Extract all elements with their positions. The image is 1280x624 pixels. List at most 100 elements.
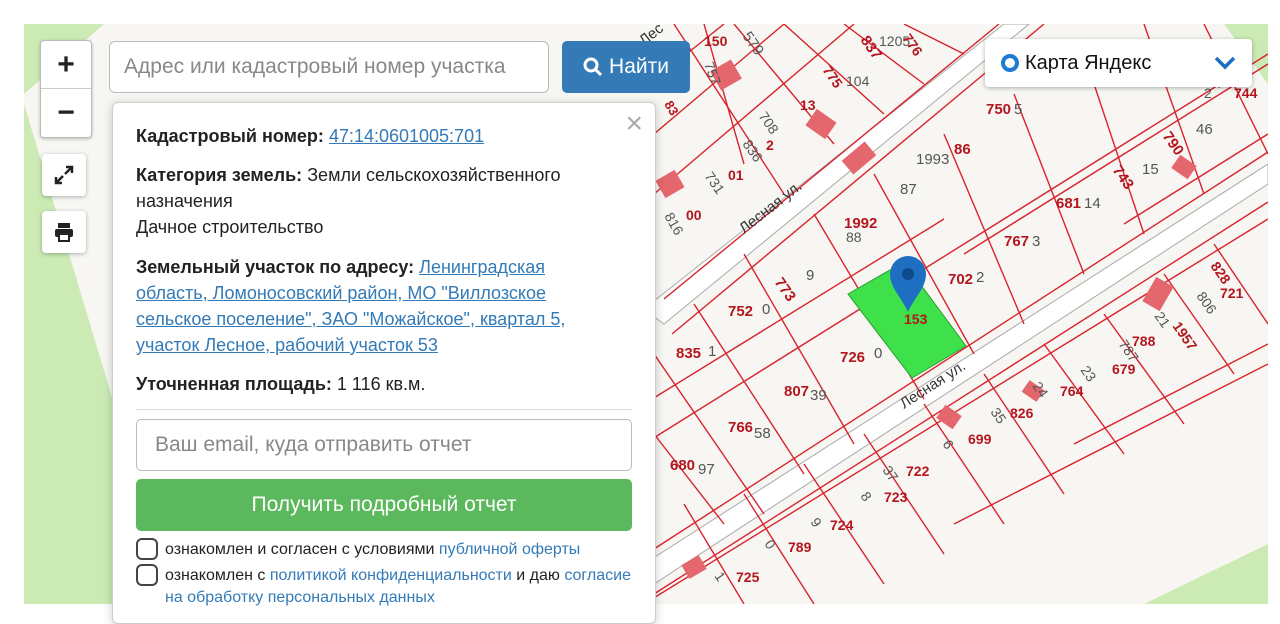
address-row: Земельный участок по адресу: Ленинградск… — [136, 254, 616, 358]
green-area — [1144, 544, 1268, 604]
close-icon[interactable]: × — [625, 109, 643, 139]
offer-link[interactable]: публичной оферты — [439, 541, 580, 558]
parcel-number-label: 13 — [800, 97, 816, 113]
parcel-number-label: 1 — [712, 569, 730, 585]
parcel-number-label: 722 — [906, 463, 930, 479]
parcel-number-label: 0 — [762, 537, 780, 553]
fullscreen-icon — [54, 165, 74, 185]
parcel-number-label: 9 — [808, 515, 826, 531]
parcel-number-label: 723 — [884, 489, 908, 505]
parcel-number-label: 37 — [880, 463, 902, 485]
parcel-number-label: 744 — [1234, 85, 1258, 101]
layer-label: Карта Яндекс — [1025, 51, 1152, 74]
search-icon — [583, 57, 603, 77]
agree-offer-text: ознакомлен и согласен с условиями — [165, 541, 435, 558]
parcel-number-label: 773 — [771, 275, 799, 305]
parcel-number-label: 9 — [806, 267, 814, 284]
parcel-number-label: 721 — [1220, 285, 1244, 301]
parcel-number-label: 775 — [820, 63, 847, 91]
parcel-number-label: 0 — [874, 345, 882, 362]
parcel-number-label: 826 — [1010, 405, 1034, 421]
parcel-number-label: 58 — [754, 425, 771, 442]
chevron-down-icon — [1214, 56, 1236, 70]
parcel-number-label: 708 — [756, 109, 783, 137]
parcel-number-label: 731 — [702, 169, 729, 197]
parcel-number-label: 39 — [810, 387, 827, 404]
parcel-number-label: 1957 — [1170, 319, 1201, 354]
fullscreen-button[interactable] — [42, 154, 86, 196]
parcel-number-label: 764 — [1060, 383, 1084, 399]
cadastral-link[interactable]: 47:14:0601005:701 — [329, 126, 484, 146]
agree-privacy-row: ознакомлен с политикой конфиденциальност… — [136, 564, 636, 609]
offer-checkbox[interactable] — [136, 538, 158, 560]
parcel-number-label: 2 — [1204, 85, 1212, 101]
layer-select[interactable]: Карта Яндекс — [985, 39, 1252, 87]
category-row: Категория земель: Земли сельскохозяйстве… — [136, 162, 616, 214]
parcel-number-label: 681 — [1056, 195, 1081, 212]
parcel-number-label: 835 — [676, 345, 701, 362]
parcel-number-label: 789 — [788, 539, 812, 555]
zoom-in-button[interactable]: + — [41, 41, 91, 88]
area-value: 1 116 кв.м. — [336, 374, 426, 394]
parcel-number-label: 2 — [976, 269, 984, 286]
search-input[interactable] — [109, 41, 549, 93]
parcel-number-label: 724 — [830, 517, 854, 533]
parcel-number-label: 87 — [900, 181, 917, 198]
parcel-number-label: 806 — [1194, 289, 1221, 317]
privacy-checkbox[interactable] — [136, 564, 158, 586]
parcel-number-label: 46 — [1196, 121, 1213, 138]
parcel-number-label: 699 — [968, 431, 992, 447]
parcel-number-label: 579 — [739, 29, 767, 59]
parcel-number-label: 97 — [698, 461, 715, 478]
email-field[interactable] — [136, 419, 632, 471]
parcel-number-label: 14 — [1084, 195, 1101, 212]
parcel-number-label: 766 — [728, 419, 753, 436]
print-button[interactable] — [42, 211, 86, 253]
privacy-link[interactable]: политикой конфиденциальности — [270, 567, 512, 584]
parcel-number-label: 807 — [784, 383, 809, 400]
parcel-number-label: 1993 — [916, 151, 949, 168]
printer-icon — [55, 223, 73, 242]
area-label: Уточненная площадь: — [136, 374, 332, 394]
cadastral-row: Кадастровый номер: 47:14:0601005:701 — [136, 123, 616, 149]
get-report-button[interactable]: Получить подробный отчет — [136, 479, 632, 531]
parcel-number-label: 150 — [704, 33, 728, 49]
agree-privacy-text2: и даю — [516, 567, 560, 584]
parcel-number-label: 00 — [686, 207, 702, 223]
parcel-number-label: 679 — [1112, 361, 1136, 377]
parcel-number-label: 1 — [708, 343, 716, 360]
area-row: Уточненная площадь: 1 116 кв.м. — [136, 371, 616, 397]
radio-selected-icon — [1001, 54, 1019, 72]
category-label: Категория земель: — [136, 165, 303, 185]
parcel-number-label: 0 — [762, 301, 770, 318]
parcel-number-label: 2 — [766, 137, 774, 153]
parcel-number-label: 788 — [1132, 333, 1156, 349]
parcel-number-label: 816 — [661, 210, 687, 238]
find-button[interactable]: Найти — [562, 41, 690, 93]
parcel-number-label: 702 — [948, 271, 973, 288]
agree-privacy-text: ознакомлен с — [165, 567, 266, 584]
address-label: Земельный участок по адресу: — [136, 257, 415, 277]
parcel-number-label: 23 — [1078, 363, 1100, 385]
parcel-number-label: 767 — [1004, 233, 1029, 250]
parcel-number-label: 750 — [986, 101, 1011, 118]
parcel-number-label: 828 — [1208, 259, 1235, 287]
parcel-number-label: 752 — [728, 303, 753, 320]
parcel-number-label: 725 — [736, 569, 760, 585]
parcel-popup: × Кадастровый номер: 47:14:0601005:701 К… — [112, 102, 656, 624]
zoom-control: + − — [40, 40, 92, 138]
cadastral-label: Кадастровый номер: — [136, 126, 324, 146]
parcel-number-label: 15 — [1142, 161, 1159, 178]
parcel-number-label: 86 — [954, 141, 971, 158]
parcel-number-label: 680 — [670, 457, 695, 474]
use-value: Дачное строительство — [136, 217, 324, 237]
parcel-number-label: 726 — [840, 349, 865, 366]
parcel-number-label: 104 — [846, 73, 870, 89]
parcel-number-label: 83 — [661, 98, 681, 118]
parcel-number-label: 88 — [846, 229, 862, 245]
divider — [136, 409, 632, 410]
parcel-number-label: 01 — [728, 167, 744, 183]
find-button-label: Найти — [609, 55, 669, 78]
zoom-out-button[interactable]: − — [41, 88, 91, 136]
parcel-number-label: 743 — [1109, 163, 1137, 193]
